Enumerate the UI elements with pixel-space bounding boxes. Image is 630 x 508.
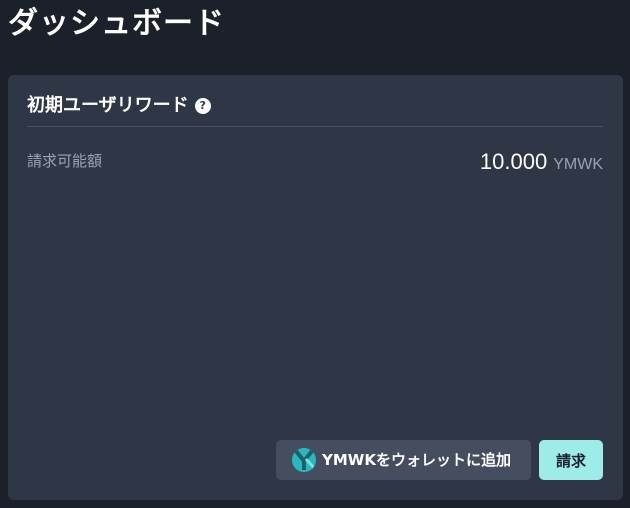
add-to-wallet-button[interactable]: YMWKをウォレットに追加 [276, 440, 531, 480]
page-title: ダッシュボード [8, 6, 225, 41]
claimable-amount: 10.000 YMWK [480, 149, 603, 175]
initial-user-reward-card: 初期ユーザリワード ? 請求可能額 10.000 YMWK YMWKをウォレット… [8, 75, 623, 500]
add-to-wallet-label: YMWKをウォレットに追加 [322, 451, 511, 469]
claimable-amount-unit: YMWK [553, 156, 603, 173]
claimable-amount-value: 10.000 [479, 149, 548, 174]
help-icon[interactable]: ? [194, 98, 211, 114]
claim-button[interactable]: 請求 [539, 440, 603, 480]
card-title: 初期ユーザリワード [27, 95, 189, 116]
ymwk-logo-icon [292, 448, 316, 472]
card-header: 初期ユーザリワード ? [27, 95, 603, 127]
claimable-amount-label: 請求可能額 [27, 152, 103, 170]
claim-button-label: 請求 [555, 451, 586, 470]
